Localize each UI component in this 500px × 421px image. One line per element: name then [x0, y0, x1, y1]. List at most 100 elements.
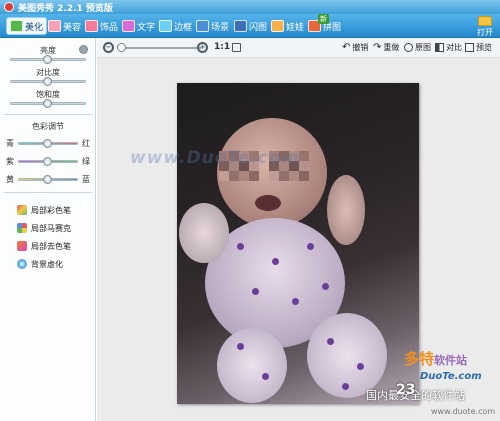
redo-label: 重做: [383, 43, 400, 52]
tab-label: 场景: [211, 22, 230, 33]
yellow-label: 黄: [6, 175, 14, 184]
dot: [237, 343, 244, 350]
yellow-blue-thumb[interactable]: [43, 175, 52, 184]
tool-label: 局部去色笔: [31, 241, 71, 251]
dot: [307, 243, 314, 250]
undo-icon: ↶: [342, 42, 351, 53]
saturation-thumb[interactable]: [43, 99, 52, 108]
zoom-out-icon[interactable]: −: [103, 42, 114, 53]
tab-beautify[interactable]: 美化: [6, 17, 48, 35]
photo-region: [327, 175, 365, 245]
open-button[interactable]: 打开: [472, 16, 498, 37]
tab-label: 美化: [25, 22, 44, 33]
preview-icon: [465, 43, 474, 52]
folder-icon: [478, 16, 492, 26]
blur-icon: [17, 259, 27, 269]
cyan-red-thumb[interactable]: [43, 139, 52, 148]
watermark-logo-b: 软件站: [434, 354, 468, 367]
watermark-slogan: 国内最安全的软件站: [366, 389, 465, 402]
dot: [342, 383, 349, 390]
tab-text[interactable]: 文字: [119, 17, 158, 35]
tab-frame[interactable]: 边框: [156, 17, 195, 35]
local-decolor-brush[interactable]: 局部去色笔: [17, 240, 71, 252]
redo-button[interactable]: ↷ 重做: [373, 42, 399, 53]
green-label: 绿: [82, 157, 90, 166]
tab-label: 美容: [63, 22, 82, 33]
frame-icon: [159, 20, 172, 32]
divider: [4, 192, 92, 193]
color-adjust-title: 色彩调节: [32, 122, 64, 131]
tab-flash[interactable]: 闪图: [231, 17, 270, 35]
decolor-icon: [17, 241, 27, 251]
beautify-icon: [10, 20, 23, 32]
cyan-label: 青: [6, 139, 14, 148]
text-icon: [122, 20, 135, 32]
dot: [357, 363, 364, 370]
tool-label: 背景虚化: [31, 259, 63, 269]
watermark-url-small: www.duote.com: [431, 407, 496, 416]
watermark-number: 23: [396, 382, 416, 398]
tab-face[interactable]: 美容: [45, 17, 84, 35]
app-logo-icon: [4, 2, 14, 12]
compare-button[interactable]: 对比: [435, 42, 462, 53]
compare-label: 对比: [446, 43, 462, 52]
background-blur[interactable]: 背景虚化: [17, 258, 63, 270]
original-label: 原图: [415, 43, 431, 52]
divider: [4, 114, 92, 115]
purple-green-thumb[interactable]: [43, 157, 52, 166]
local-mosaic[interactable]: 局部马赛克: [17, 222, 71, 234]
undo-label: 撤销: [352, 43, 369, 52]
original-icon: [404, 43, 413, 52]
tool-label: 局部彩色笔: [31, 205, 71, 215]
tab-label: 文字: [137, 22, 156, 33]
tab-label: 娃娃: [286, 22, 305, 33]
new-badge: 新: [318, 14, 329, 24]
red-label: 红: [82, 139, 90, 148]
brush-icon: [17, 205, 27, 215]
contrast-thumb[interactable]: [43, 77, 52, 86]
tab-label: 闪图: [249, 22, 268, 33]
dot: [292, 298, 299, 305]
mosaic-icon: [17, 223, 27, 233]
adjust-panel: 亮度 对比度 饱和度 色彩调节 青 红 紫 绿 黄 蓝 局部彩色笔 局部马赛克 …: [0, 38, 96, 421]
title-bar: 美图秀秀 2.2.1 预览版: [0, 0, 500, 14]
fit-window-icon[interactable]: [232, 43, 241, 52]
view-toolbar: − + 1:1 ↶ 撤销 ↷ 重做 原图 对比 预览: [97, 38, 500, 58]
local-color-brush[interactable]: 局部彩色笔: [17, 204, 71, 216]
preview-label: 预览: [476, 43, 492, 52]
watermark-center: www.DuoTe.com: [130, 148, 301, 168]
actual-size-button[interactable]: 1:1: [214, 42, 230, 52]
dot: [237, 243, 244, 250]
zoom-slider[interactable]: [119, 47, 201, 49]
tab-doll[interactable]: 娃娃: [268, 17, 307, 35]
zoom-in-icon[interactable]: +: [197, 42, 208, 53]
scene-icon: [196, 20, 209, 32]
face-icon: [48, 20, 61, 32]
doll-icon: [271, 20, 284, 32]
dot: [272, 258, 279, 265]
undo-button[interactable]: ↶ 撤销: [342, 42, 368, 53]
redo-icon: ↷: [373, 42, 382, 53]
photo-region: [179, 203, 229, 263]
open-label: 打开: [477, 28, 493, 37]
dot: [327, 338, 334, 345]
photo-region: [217, 328, 287, 403]
photo-baby[interactable]: [177, 83, 419, 404]
purple-label: 紫: [6, 157, 14, 166]
watermark-logo-a: 多特: [404, 350, 435, 368]
dot: [262, 373, 269, 380]
dot: [322, 283, 329, 290]
preview-button[interactable]: 预览: [465, 42, 492, 53]
photo-region: [255, 195, 281, 211]
tab-accessory[interactable]: 饰品: [82, 17, 121, 35]
flash-icon: [234, 20, 247, 32]
brightness-thumb[interactable]: [43, 55, 52, 64]
main-toolbar: 美化 美容 饰品 文字 边框 场景 闪图 娃娃 拼图 新 打开: [0, 14, 500, 38]
compare-icon: [435, 43, 444, 52]
watermark-url: DuoTe.com: [420, 371, 482, 382]
watermark-logo: 多特软件站: [404, 348, 467, 369]
zoom-thumb[interactable]: [117, 43, 126, 52]
tab-scene[interactable]: 场景: [193, 17, 232, 35]
original-button[interactable]: 原图: [404, 42, 431, 53]
blue-label: 蓝: [82, 175, 90, 184]
